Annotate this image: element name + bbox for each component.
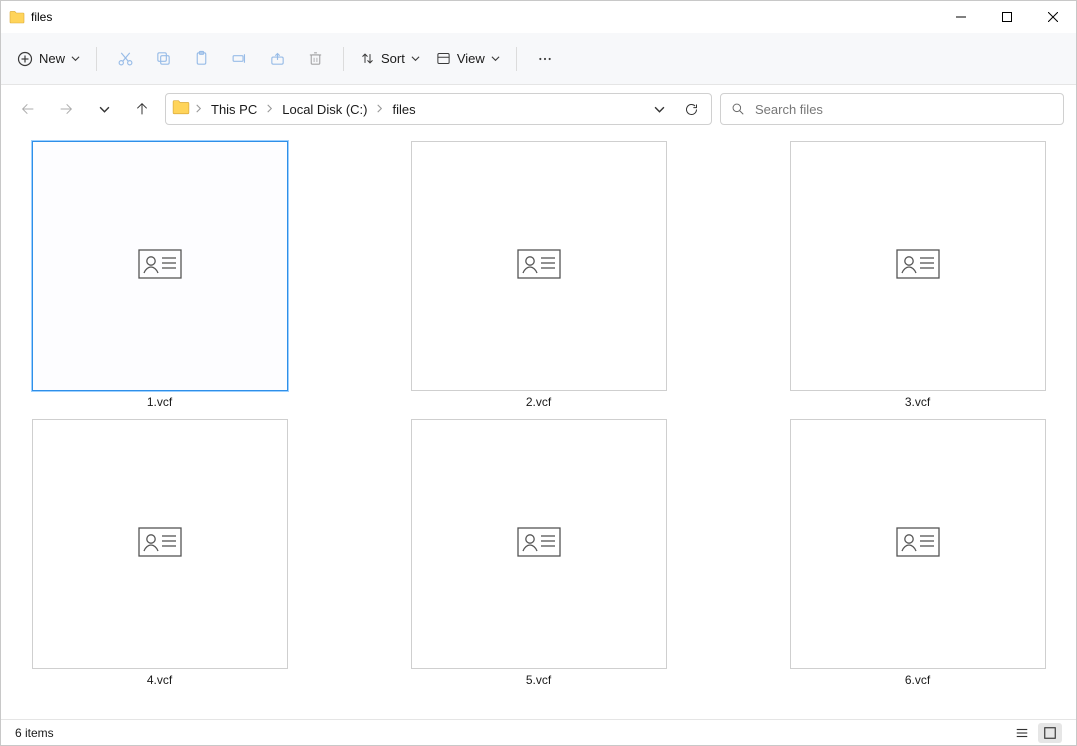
- file-name: 2.vcf: [526, 395, 551, 409]
- chevron-down-icon: [99, 104, 110, 115]
- file-item[interactable]: 4.vcf: [15, 419, 304, 687]
- view-label: View: [457, 51, 485, 66]
- file-item[interactable]: 5.vcf: [394, 419, 683, 687]
- crumb-local-disk[interactable]: Local Disk (C:): [278, 102, 371, 117]
- trash-icon: [307, 50, 324, 67]
- status-bar: 6 items: [1, 719, 1076, 745]
- file-thumbnail: [790, 419, 1046, 669]
- copy-icon: [155, 50, 172, 67]
- folder-icon: [9, 9, 25, 25]
- chevron-right-icon: [375, 100, 384, 118]
- file-name: 6.vcf: [905, 673, 930, 687]
- list-icon: [1015, 726, 1029, 740]
- toolbar: New Sort View: [1, 33, 1076, 85]
- sort-label: Sort: [381, 51, 405, 66]
- contact-card-icon: [517, 249, 561, 284]
- chevron-down-icon: [71, 54, 80, 63]
- file-name: 3.vcf: [905, 395, 930, 409]
- cut-button[interactable]: [107, 42, 143, 76]
- copy-button[interactable]: [145, 42, 181, 76]
- plus-circle-icon: [17, 51, 33, 67]
- new-button[interactable]: New: [11, 42, 86, 76]
- ellipsis-icon: [537, 51, 553, 67]
- file-thumbnail: [790, 141, 1046, 391]
- contact-card-icon: [517, 527, 561, 562]
- file-name: 1.vcf: [147, 395, 172, 409]
- file-item[interactable]: 2.vcf: [394, 141, 683, 409]
- grid-icon: [1043, 726, 1057, 740]
- file-content-area[interactable]: 1.vcf 2.vcf 3.vcf 4.vcf 5.vcf 6.vcf: [1, 133, 1076, 719]
- arrow-right-icon: [58, 101, 74, 117]
- forward-button[interactable]: [51, 94, 81, 124]
- file-thumbnail: [32, 419, 288, 669]
- search-input[interactable]: [755, 102, 1053, 117]
- contact-card-icon: [896, 249, 940, 284]
- scissors-icon: [117, 50, 134, 67]
- new-label: New: [39, 51, 65, 66]
- view-button[interactable]: View: [430, 42, 506, 76]
- file-name: 5.vcf: [526, 673, 551, 687]
- contact-card-icon: [138, 249, 182, 284]
- title-bar: files: [1, 1, 1076, 33]
- arrow-left-icon: [20, 101, 36, 117]
- minimize-button[interactable]: [938, 1, 984, 33]
- crumb-files[interactable]: files: [388, 102, 419, 117]
- file-item[interactable]: 1.vcf: [15, 141, 304, 409]
- chevron-down-icon: [654, 104, 665, 115]
- file-item[interactable]: 3.vcf: [773, 141, 1062, 409]
- layout-icon: [436, 51, 451, 66]
- window-title: files: [31, 10, 52, 24]
- refresh-button[interactable]: [677, 95, 705, 123]
- details-view-button[interactable]: [1010, 723, 1034, 743]
- maximize-button[interactable]: [984, 1, 1030, 33]
- search-icon: [731, 102, 745, 116]
- delete-button[interactable]: [297, 42, 333, 76]
- rename-button[interactable]: [221, 42, 257, 76]
- file-name: 4.vcf: [147, 673, 172, 687]
- file-thumbnail: [411, 141, 667, 391]
- breadcrumb-history-button[interactable]: [645, 95, 673, 123]
- contact-card-icon: [896, 527, 940, 562]
- sort-button[interactable]: Sort: [354, 42, 426, 76]
- clipboard-icon: [193, 50, 210, 67]
- close-button[interactable]: [1030, 1, 1076, 33]
- share-icon: [269, 50, 286, 67]
- file-item[interactable]: 6.vcf: [773, 419, 1062, 687]
- search-box[interactable]: [720, 93, 1064, 125]
- chevron-right-icon: [265, 100, 274, 118]
- chevron-down-icon: [411, 54, 420, 63]
- share-button[interactable]: [259, 42, 295, 76]
- more-button[interactable]: [527, 42, 563, 76]
- file-thumbnail: [411, 419, 667, 669]
- folder-icon: [172, 98, 190, 121]
- rename-icon: [231, 50, 248, 67]
- recent-button[interactable]: [89, 94, 119, 124]
- sort-icon: [360, 51, 375, 66]
- arrow-up-icon: [134, 101, 150, 117]
- file-thumbnail: [32, 141, 288, 391]
- up-button[interactable]: [127, 94, 157, 124]
- chevron-right-icon: [194, 100, 203, 118]
- crumb-this-pc[interactable]: This PC: [207, 102, 261, 117]
- contact-card-icon: [138, 527, 182, 562]
- item-count: 6 items: [15, 726, 54, 740]
- breadcrumb-bar[interactable]: This PC Local Disk (C:) files: [165, 93, 712, 125]
- thumbnails-view-button[interactable]: [1038, 723, 1062, 743]
- back-button[interactable]: [13, 94, 43, 124]
- refresh-icon: [684, 102, 699, 117]
- chevron-down-icon: [491, 54, 500, 63]
- nav-row: This PC Local Disk (C:) files: [1, 85, 1076, 133]
- paste-button[interactable]: [183, 42, 219, 76]
